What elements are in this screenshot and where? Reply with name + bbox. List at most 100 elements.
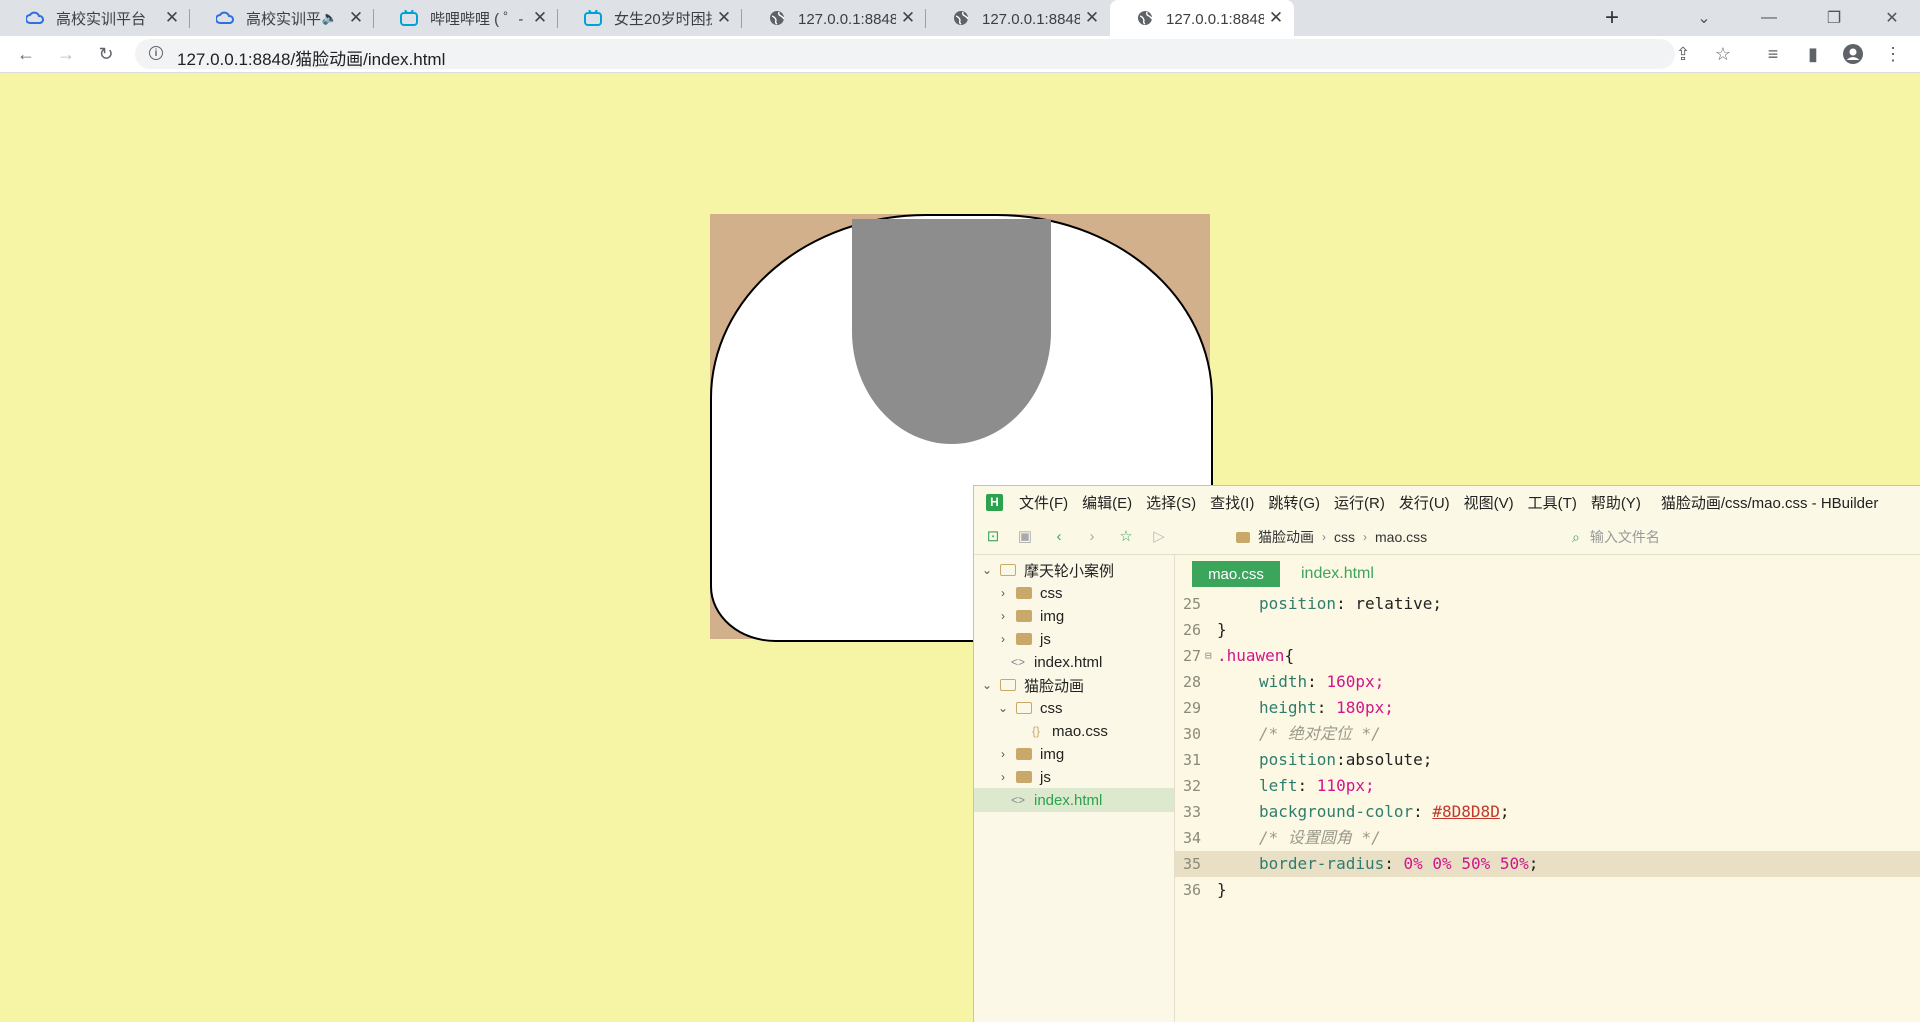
html-file-icon: <>: [1010, 793, 1025, 807]
close-tab-icon[interactable]: ✕: [160, 8, 184, 28]
tree-file-selected[interactable]: <> index.html: [974, 788, 1174, 812]
close-tab-icon[interactable]: ✕: [344, 8, 368, 28]
tab-title: 127.0.0.1:8848/猫脸: [798, 10, 896, 28]
reload-icon[interactable]: ↻: [91, 39, 121, 69]
close-tab-icon[interactable]: ✕: [712, 8, 736, 28]
tree-project[interactable]: ⌄ 猫脸动画: [980, 673, 1084, 697]
bookmark-star-icon[interactable]: ☆: [1708, 39, 1738, 69]
browser-tab-active[interactable]: 127.0.0.1:8848/猫脸 ✕: [1110, 0, 1294, 36]
code-editor[interactable]: mao.css index.html 25 position: relative;…: [1175, 555, 1920, 1022]
minimize-icon[interactable]: —: [1745, 0, 1793, 36]
folder-icon: [1016, 633, 1032, 645]
breadcrumb-item[interactable]: css: [1334, 529, 1355, 545]
chevron-right-icon: ›: [1001, 632, 1005, 646]
bilibili-icon: [584, 9, 602, 27]
menu-goto[interactable]: 跳转(G): [1268, 492, 1320, 513]
profile-avatar-icon[interactable]: [1838, 39, 1868, 69]
breadcrumb-item[interactable]: 猫脸动画: [1258, 527, 1314, 547]
chevron-down-icon: ⌄: [997, 701, 1009, 715]
favorite-star-icon[interactable]: ☆: [1117, 527, 1135, 545]
tab-search-icon[interactable]: ⌄: [1680, 0, 1728, 36]
cloud-icon: [26, 9, 44, 27]
menu-kebab-icon[interactable]: ⋮: [1878, 39, 1908, 69]
hbuilder-menubar: H 文件(F) 编辑(E) 选择(S) 查找(I) 跳转(G) 运行(R) 发行…: [974, 486, 1920, 518]
code-line: 31 position:absolute;: [1182, 750, 1433, 769]
tab-title: 女生20岁时困扰的问题: [614, 10, 712, 28]
menu-help[interactable]: 帮助(Y): [1591, 492, 1641, 513]
chevron-right-icon: ›: [1363, 530, 1367, 544]
share-icon[interactable]: ⇪: [1668, 39, 1698, 69]
tree-project[interactable]: ⌄ 摩天轮小案例: [980, 558, 1114, 582]
tree-folder[interactable]: › js: [996, 627, 1051, 651]
file-search-input[interactable]: 输入文件名: [1590, 527, 1660, 547]
html-file-icon: <>: [1010, 655, 1025, 669]
tree-file[interactable]: {} mao.css: [1028, 719, 1108, 743]
menu-tools[interactable]: 工具(T): [1528, 492, 1577, 513]
reading-list-icon[interactable]: ≡: [1758, 39, 1788, 69]
tree-label: index.html: [1034, 653, 1103, 671]
chevron-right-icon: ›: [1001, 770, 1005, 784]
code-line-current: 35 border-radius: 0% 0% 50% 50%;: [1175, 851, 1920, 877]
close-tab-icon[interactable]: ✕: [896, 8, 920, 28]
back-arrow-icon[interactable]: ←: [11, 39, 41, 69]
browser-tab[interactable]: 127.0.0.1:8848/猫脸 ✕: [926, 0, 1110, 36]
new-file-icon[interactable]: ⊡: [984, 527, 1002, 545]
tree-folder[interactable]: ⌄ css: [996, 696, 1063, 720]
new-tab-button[interactable]: +: [1597, 3, 1627, 33]
forward-arrow-icon[interactable]: →: [51, 39, 81, 69]
menu-view[interactable]: 视图(V): [1464, 492, 1514, 513]
breadcrumb-item[interactable]: mao.css: [1375, 529, 1427, 545]
browser-tab[interactable]: 哔哩哔哩 ( ゜- ゜)つロ ✕: [374, 0, 558, 36]
menu-find[interactable]: 查找(I): [1210, 492, 1254, 513]
code-line: 34/* 设置圆角 */: [1182, 828, 1381, 847]
menu-run[interactable]: 运行(R): [1334, 492, 1385, 513]
tree-folder[interactable]: › img: [996, 604, 1064, 628]
browser-tab-strip: 高校实训平台 ✕ 高校实训平台 🔈 ✕ 哔哩哔哩 ( ゜- ゜)つロ ✕ 女生2…: [0, 0, 1920, 36]
browser-toolbar: ← → ↻ i 127.0.0.1:8848/猫脸动画/index.html ⇪…: [0, 36, 1920, 73]
tree-folder[interactable]: › img: [996, 742, 1064, 766]
editor-tab[interactable]: index.html: [1301, 561, 1374, 587]
tree-label: css: [1040, 584, 1063, 602]
browser-tab[interactable]: 女生20岁时困扰的问题 ✕: [558, 0, 742, 36]
folder-icon: [1016, 748, 1032, 760]
cloud-icon: [216, 9, 234, 27]
close-window-icon[interactable]: ✕: [1868, 0, 1916, 36]
code-line: 30/* 绝对定位 */: [1182, 724, 1381, 743]
menu-edit[interactable]: 编辑(E): [1082, 492, 1132, 513]
code-line: 32 left: 110px;: [1182, 776, 1375, 795]
forward-icon[interactable]: ›: [1083, 527, 1101, 545]
bilibili-icon: [400, 9, 418, 27]
fold-toggle-icon[interactable]: ⊟: [1205, 643, 1215, 669]
run-icon[interactable]: ▷: [1150, 527, 1168, 545]
menu-select[interactable]: 选择(S): [1146, 492, 1196, 513]
file-search[interactable]: ⌕ 输入文件名: [1572, 527, 1660, 547]
address-bar[interactable]: i 127.0.0.1:8848/猫脸动画/index.html: [135, 39, 1675, 69]
editor-tab-active[interactable]: mao.css: [1192, 561, 1280, 587]
side-panel-icon[interactable]: ▮: [1798, 39, 1828, 69]
info-icon[interactable]: i: [149, 46, 163, 60]
tree-label: css: [1040, 699, 1063, 717]
restore-icon[interactable]: ❐: [1810, 0, 1858, 36]
save-icon[interactable]: ▣: [1016, 527, 1034, 545]
close-tab-icon[interactable]: ✕: [528, 8, 552, 28]
tree-file[interactable]: <> index.html: [1010, 650, 1102, 674]
menu-publish[interactable]: 发行(U): [1399, 492, 1450, 513]
tree-folder[interactable]: › css: [996, 581, 1063, 605]
globe-icon: [952, 9, 970, 27]
chevron-down-icon: ⌄: [981, 563, 993, 577]
browser-tab[interactable]: 高校实训平台 ✕: [0, 0, 190, 36]
speaker-icon[interactable]: 🔈: [322, 10, 338, 26]
url-text[interactable]: 127.0.0.1:8848/猫脸动画/index.html: [177, 45, 445, 70]
browser-tab[interactable]: 127.0.0.1:8848/猫脸 ✕: [742, 0, 926, 36]
huawen-pattern: [852, 219, 1051, 444]
browser-tab[interactable]: 高校实训平台 🔈 ✕: [190, 0, 374, 36]
chevron-down-icon: ⌄: [981, 678, 993, 692]
chevron-right-icon: ›: [1001, 747, 1005, 761]
tree-folder[interactable]: › js: [996, 765, 1051, 789]
back-icon[interactable]: ‹: [1050, 527, 1068, 545]
close-tab-icon[interactable]: ✕: [1264, 8, 1288, 28]
window-title: 猫脸动画/css/mao.css - HBuilder: [1660, 494, 1879, 512]
tree-label: 猫脸动画: [1024, 677, 1085, 695]
close-tab-icon[interactable]: ✕: [1080, 8, 1104, 28]
menu-file[interactable]: 文件(F): [1019, 492, 1068, 513]
